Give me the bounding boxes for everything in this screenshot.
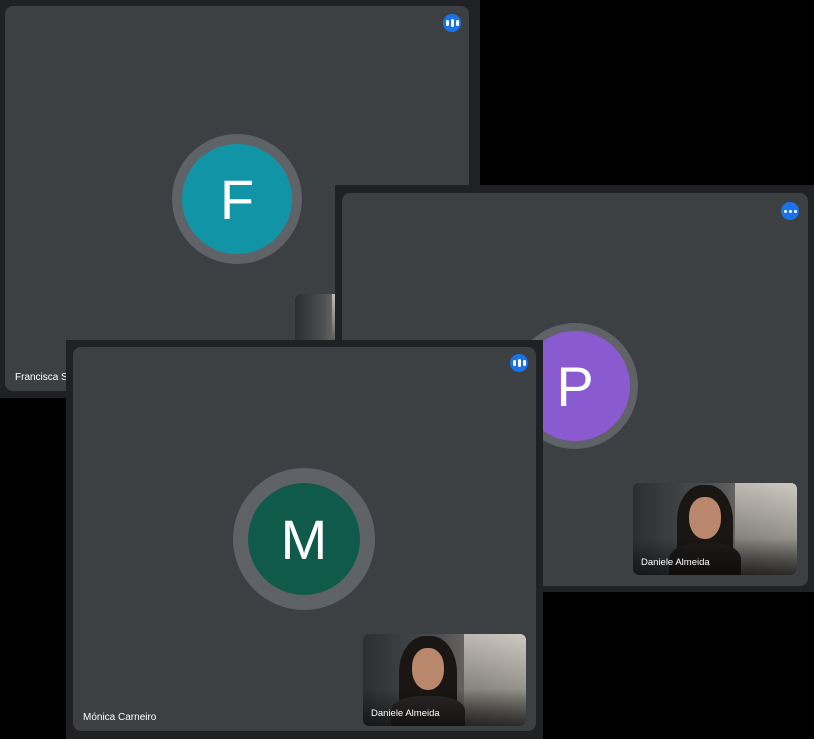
avatar-letter: M [280, 507, 328, 571]
avatar-letter: P [556, 354, 594, 418]
self-view-thumbnail[interactable]: Daniele Almeida [633, 483, 797, 575]
more-options-icon[interactable] [443, 14, 461, 32]
avatar-letter: F [219, 167, 255, 231]
more-options-icon[interactable] [510, 354, 528, 372]
participant-tile: M Daniele Almeida Mónica Carneiro [73, 347, 536, 731]
self-view-thumbnail[interactable]: Daniele Almeida [363, 634, 526, 726]
avatar: F [182, 144, 292, 254]
avatar: M [248, 483, 360, 595]
participant-name: Mónica Carneiro [83, 712, 157, 723]
self-view-name: Daniele Almeida [641, 557, 710, 568]
meeting-window-monica: M Daniele Almeida Mónica Carneiro [66, 340, 543, 739]
participant-name: Francisca S [15, 372, 68, 383]
more-options-icon[interactable] [781, 202, 799, 220]
self-view-name: Daniele Almeida [371, 708, 440, 719]
